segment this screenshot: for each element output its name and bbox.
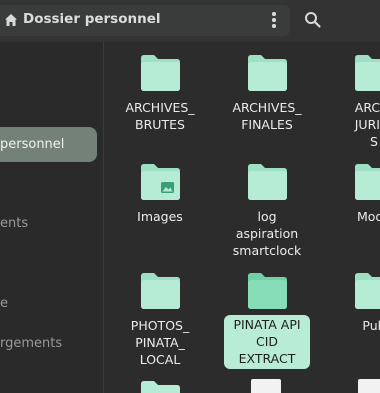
folder-images-icon (141, 164, 180, 200)
path-label[interactable]: Dossier personnel (23, 11, 161, 27)
folder-templates-icon (355, 164, 380, 200)
folder-icon (248, 55, 287, 91)
sidebar-item-documents[interactable]: ents (0, 216, 28, 231)
file-name: PHOTOS_ PINATA_ LOCAL (130, 318, 190, 367)
file-name: ARCHIVES_ BRUTES (125, 100, 195, 132)
folder-icon (248, 164, 287, 200)
file-name: log aspiration smartclock (232, 209, 302, 258)
file-name: Pub (362, 318, 380, 333)
document-icon[interactable] (251, 379, 281, 393)
file-grid: ARCHIVES_ BRUTES ARCHIVES_ FINALES ARCHI… (104, 42, 380, 393)
sidebar-item-label: rgements (0, 336, 63, 351)
folder-icon (141, 273, 180, 309)
sidebar-item-telechargements[interactable]: rgements (0, 336, 62, 351)
home-icon[interactable] (4, 13, 18, 27)
sidebar-item-label: personnel (0, 137, 65, 152)
folder-icon (248, 273, 287, 309)
folder-icon (355, 55, 380, 91)
file-name: Images (137, 209, 183, 224)
file-name: PINATA API CID EXTRACT (224, 315, 310, 369)
file-name: ARCHI JURIDI S (354, 100, 380, 149)
header-bar: Dossier personnel (0, 0, 380, 42)
sidebar-item-label: e (0, 296, 8, 311)
document-icon[interactable] (358, 379, 380, 393)
file-name: ARCHIVES_ FINALES (232, 100, 302, 132)
folder-icon (141, 55, 180, 91)
kebab-menu-icon[interactable] (268, 12, 280, 29)
sidebar-item-label: ents (0, 216, 29, 231)
sidebar-item-home[interactable]: personnel (0, 127, 97, 162)
search-icon[interactable] (304, 11, 322, 29)
sidebar: personnel ents e rgements (0, 42, 104, 393)
folder-icon[interactable] (140, 380, 181, 393)
sidebar-item-musique[interactable]: e (0, 296, 8, 311)
folder-public-icon (355, 273, 380, 309)
path-bar[interactable]: Dossier personnel (0, 5, 290, 36)
file-name: Modè (356, 209, 380, 224)
